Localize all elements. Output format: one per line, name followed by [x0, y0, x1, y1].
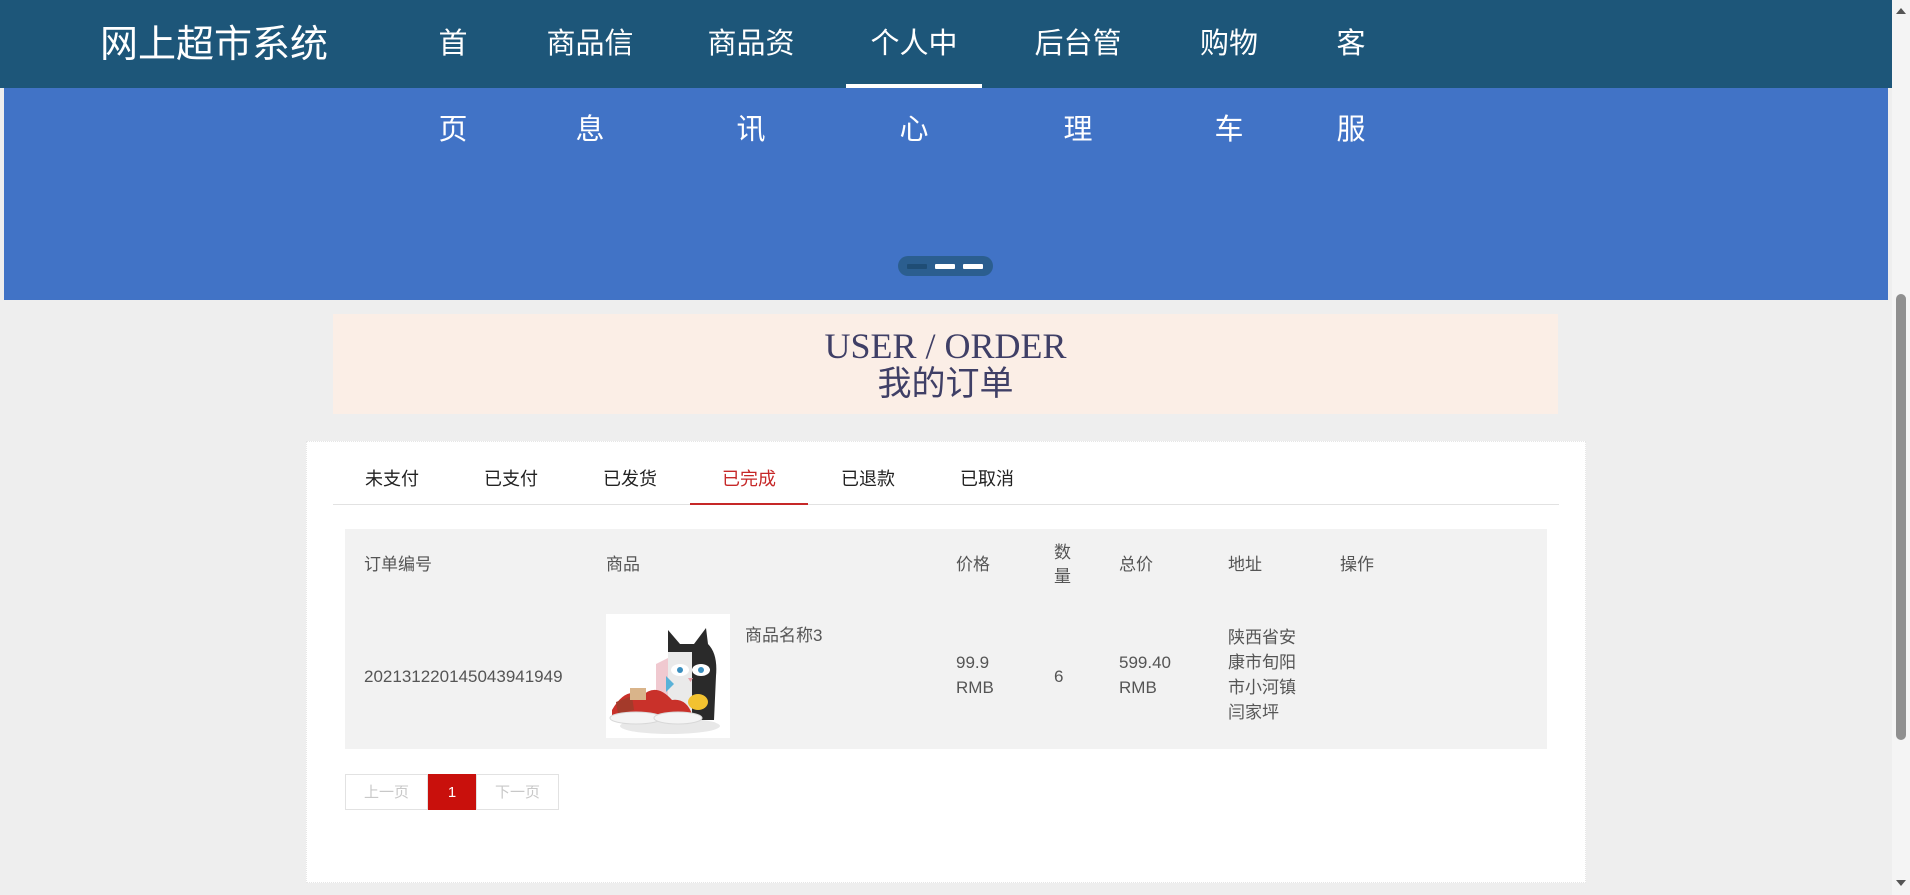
page-scrollbar[interactable]: [1892, 0, 1910, 895]
carousel-indicators: [898, 256, 993, 276]
price-unit: RMB: [956, 678, 994, 697]
order-panel: 未支付 已支付 已发货 已完成 已退款 已取消 订单编号 商品 价格 数 量 总…: [306, 441, 1586, 883]
orders-table: 订单编号 商品 价格 数 量 总价 地址 操作 2021312201450439…: [345, 529, 1547, 749]
total-unit: RMB: [1119, 678, 1157, 697]
nav-product-news[interactable]: 商品资讯: [695, 0, 807, 146]
order-number: 202131220145043941949: [364, 667, 563, 686]
carousel-dot-1[interactable]: [907, 264, 927, 269]
total-value: 599.40: [1119, 653, 1171, 672]
carousel-dot-3[interactable]: [963, 264, 983, 269]
tab-unpaid[interactable]: 未支付: [333, 442, 451, 504]
column-header-qty-1: 数: [1054, 543, 1071, 562]
scrollbar-thumb[interactable]: [1896, 294, 1906, 740]
site-brand[interactable]: 网上超市系统: [100, 0, 328, 88]
column-header-action: 操作: [1340, 555, 1374, 574]
address-line-4: 闫家坪: [1228, 703, 1279, 722]
column-header-total: 总价: [1119, 555, 1153, 574]
product-name[interactable]: 商品名称3: [745, 623, 822, 648]
carousel-dot-2[interactable]: [935, 264, 955, 269]
product-image[interactable]: [606, 614, 730, 738]
column-header-address: 地址: [1228, 555, 1262, 574]
next-page-button[interactable]: 下一页: [476, 774, 559, 810]
price-value: 99.9: [956, 653, 990, 672]
section-title: USER / ORDER 我的订单: [333, 314, 1558, 414]
page-1-button[interactable]: 1: [428, 774, 476, 810]
prev-page-button[interactable]: 上一页: [345, 774, 428, 810]
quantity: 6: [1054, 667, 1064, 686]
column-header-qty-2: 量: [1054, 567, 1071, 586]
tab-refunded[interactable]: 已退款: [809, 442, 927, 504]
nav-customer-service[interactable]: 客服: [1323, 0, 1379, 146]
tab-completed[interactable]: 已完成: [690, 442, 808, 505]
tab-cancelled[interactable]: 已取消: [928, 442, 1046, 504]
snack-product-icon: [606, 614, 730, 738]
address-line-1: 陕西省安: [1228, 628, 1296, 647]
column-header-product: 商品: [606, 555, 640, 574]
scroll-down-icon[interactable]: [1896, 880, 1906, 886]
section-title-en: USER / ORDER: [824, 326, 1067, 366]
address-line-3: 市小河镇: [1228, 678, 1296, 697]
nav-personal-center[interactable]: 个人中心: [846, 0, 982, 146]
section-title-cn: 我的订单: [877, 366, 1014, 403]
nav-cart[interactable]: 购物车: [1187, 0, 1271, 146]
tab-shipped[interactable]: 已发货: [571, 442, 689, 504]
column-header-price: 价格: [956, 555, 990, 574]
order-status-tabs: 未支付 已支付 已发货 已完成 已退款 已取消: [333, 442, 1559, 505]
nav-product-info[interactable]: 商品信息: [534, 0, 646, 146]
nav-home[interactable]: 首页: [425, 0, 481, 146]
top-navbar: 网上超市系统 首页 商品信息 商品资讯 个人中心 后台管理 购物车 客服: [0, 0, 1892, 146]
address-line-2: 康市旬阳: [1228, 653, 1296, 672]
tab-paid[interactable]: 已支付: [452, 442, 570, 504]
column-header-order-no: 订单编号: [364, 555, 432, 574]
scroll-up-icon[interactable]: [1896, 8, 1906, 14]
nav-admin[interactable]: 后台管理: [1022, 0, 1134, 146]
